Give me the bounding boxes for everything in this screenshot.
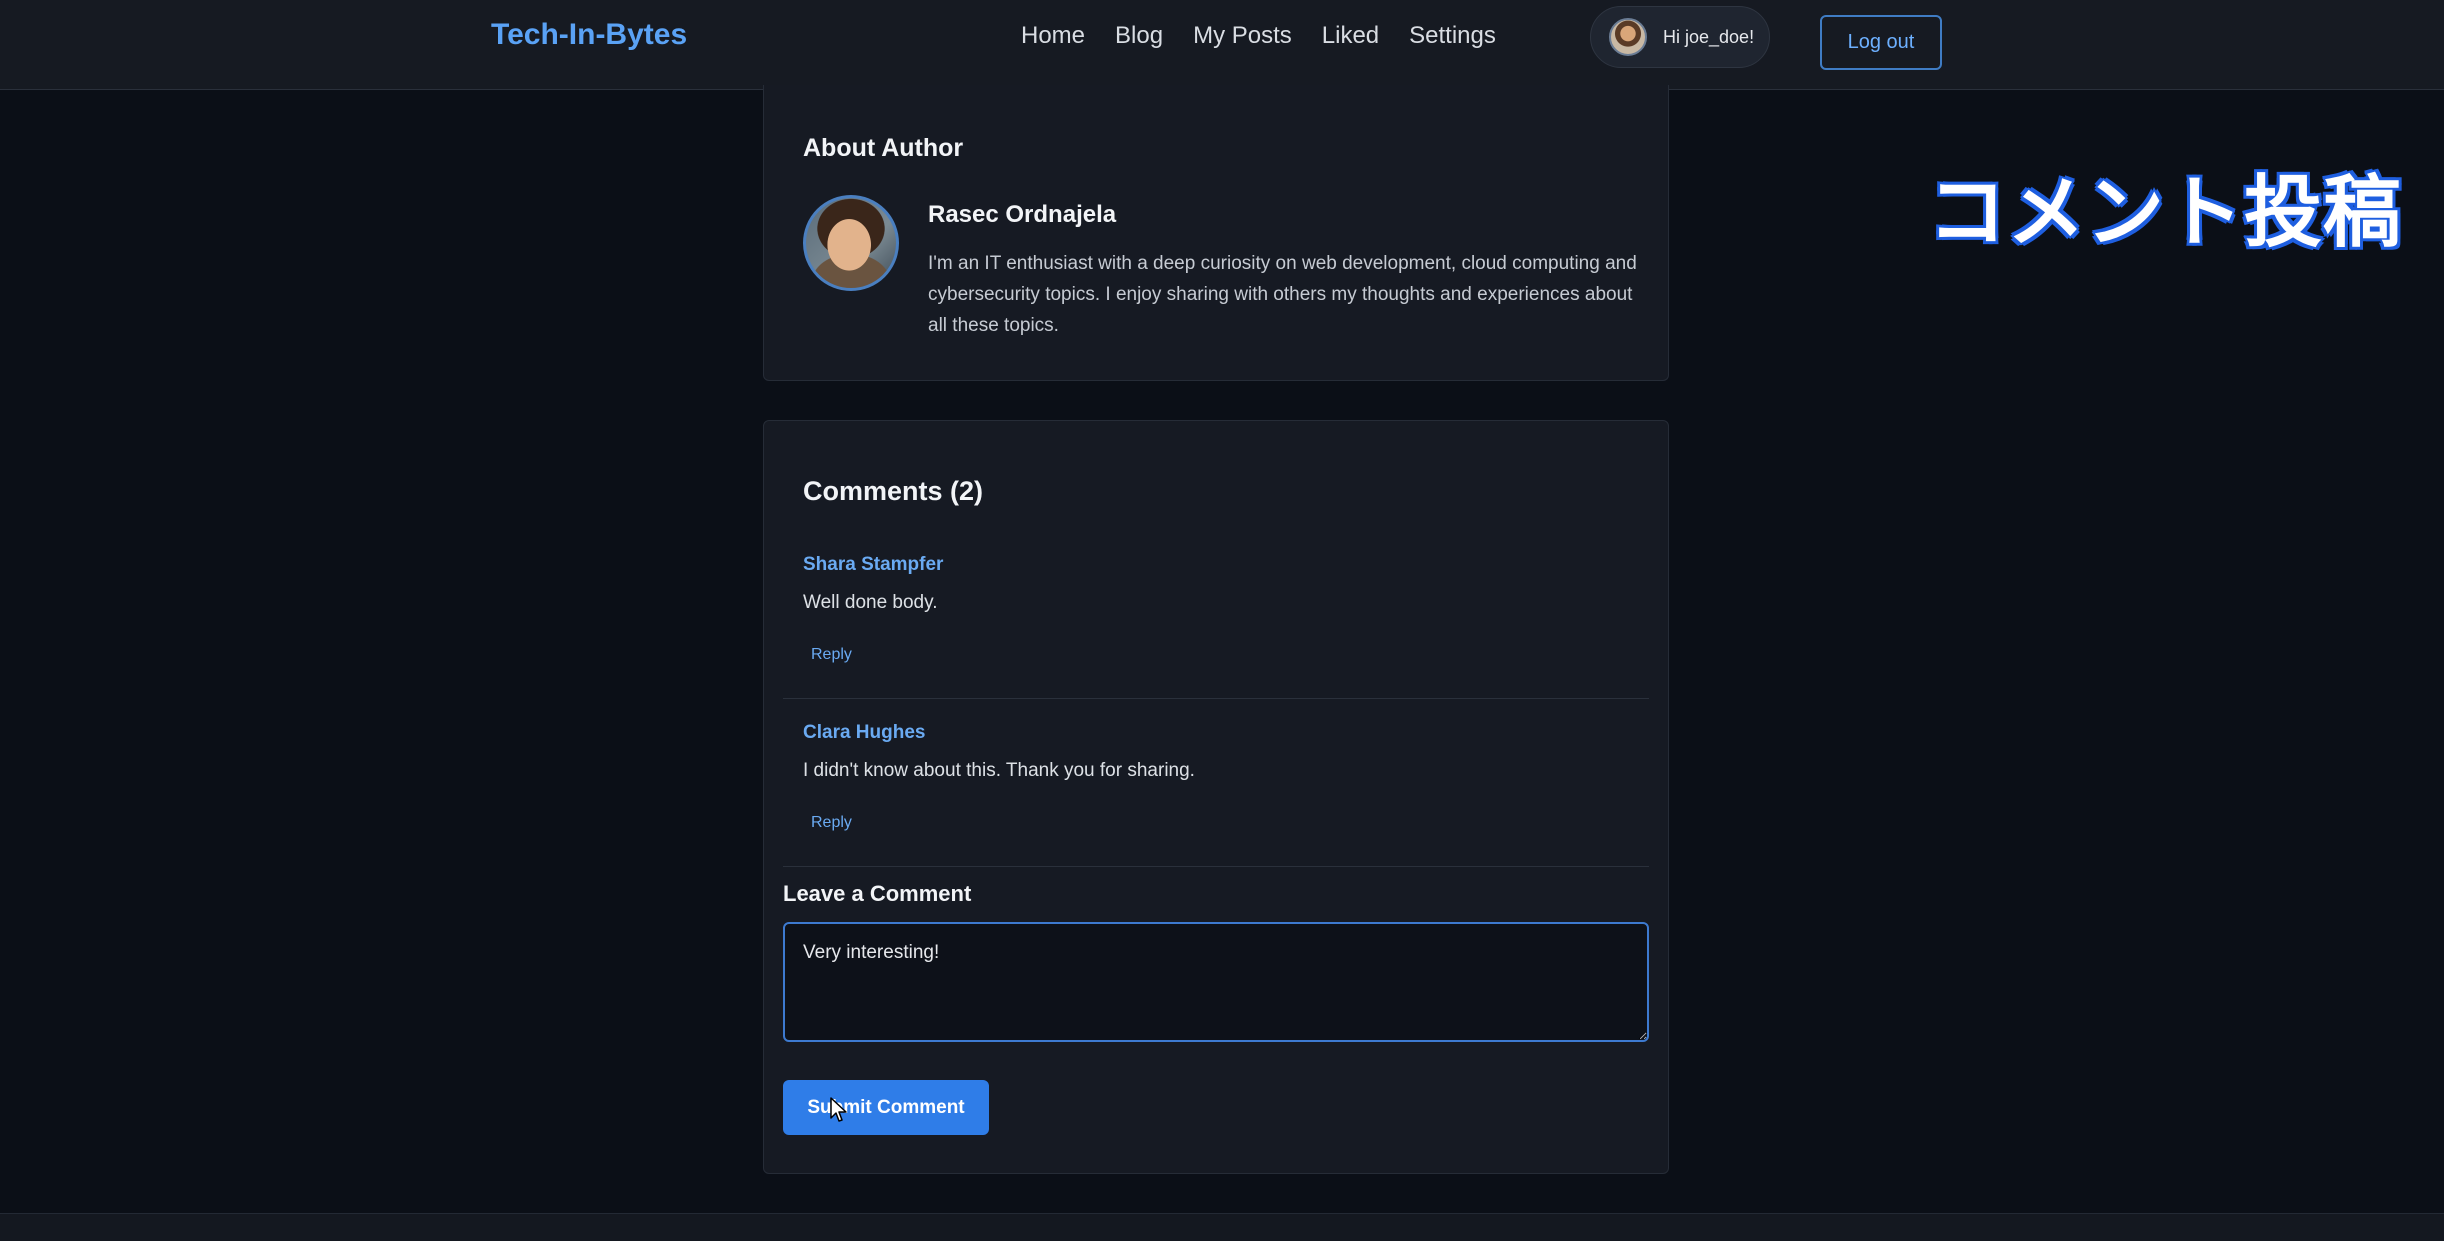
nav-link-liked[interactable]: Liked <box>1322 22 1379 50</box>
user-greeting: Hi joe_doe! <box>1663 26 1755 47</box>
nav-links: Home Blog My Posts Liked Settings <box>1021 22 1496 50</box>
comment-author: Shara Stampfer <box>803 554 944 575</box>
footer-bar <box>0 1213 2444 1241</box>
comments-card: Comments (2) Shara Stampfer Well done bo… <box>763 420 1669 1174</box>
comment-item: Shara Stampfer Well done body. Reply <box>783 541 1649 699</box>
overlay-caption: コメント投稿 <box>1926 166 2403 260</box>
user-avatar <box>1609 18 1647 56</box>
comment-text: I didn't know about this. Thank you for … <box>803 760 1195 781</box>
comment-item: Clara Hughes I didn't know about this. T… <box>783 709 1649 867</box>
submit-comment-button[interactable]: Submit Comment <box>783 1080 989 1135</box>
comment-text: Well done body. <box>803 592 938 613</box>
user-menu[interactable]: Hi joe_doe! <box>1590 6 1770 68</box>
comment-divider <box>783 866 1649 867</box>
about-author-heading: About Author <box>803 134 964 162</box>
author-name: Rasec Ordnajela <box>928 201 1117 228</box>
comment-author: Clara Hughes <box>803 722 926 743</box>
nav-link-blog[interactable]: Blog <box>1115 22 1163 50</box>
leave-comment-heading: Leave a Comment <box>783 881 972 906</box>
author-avatar <box>803 195 899 291</box>
author-bio: I'm an IT enthusiast with a deep curiosi… <box>928 253 1637 336</box>
reply-button[interactable]: Reply <box>811 814 852 832</box>
reply-button[interactable]: Reply <box>811 646 852 664</box>
comments-heading: Comments (2) <box>803 476 984 506</box>
top-navbar: Tech-In-Bytes Home Blog My Posts Liked S… <box>0 0 2444 90</box>
brand-logo-link[interactable]: Tech-In-Bytes <box>491 18 687 52</box>
nav-link-home[interactable]: Home <box>1021 22 1085 50</box>
logout-button[interactable]: Log out <box>1820 15 1942 70</box>
about-author-card: About Author Rasec Ordnajela I'm an IT e… <box>763 85 1669 381</box>
nav-link-my-posts[interactable]: My Posts <box>1193 22 1292 50</box>
nav-link-settings[interactable]: Settings <box>1409 22 1496 50</box>
comment-textarea[interactable]: Very interesting! <box>783 922 1649 1042</box>
comment-divider <box>783 698 1649 699</box>
mouse-cursor-icon <box>830 1097 847 1122</box>
